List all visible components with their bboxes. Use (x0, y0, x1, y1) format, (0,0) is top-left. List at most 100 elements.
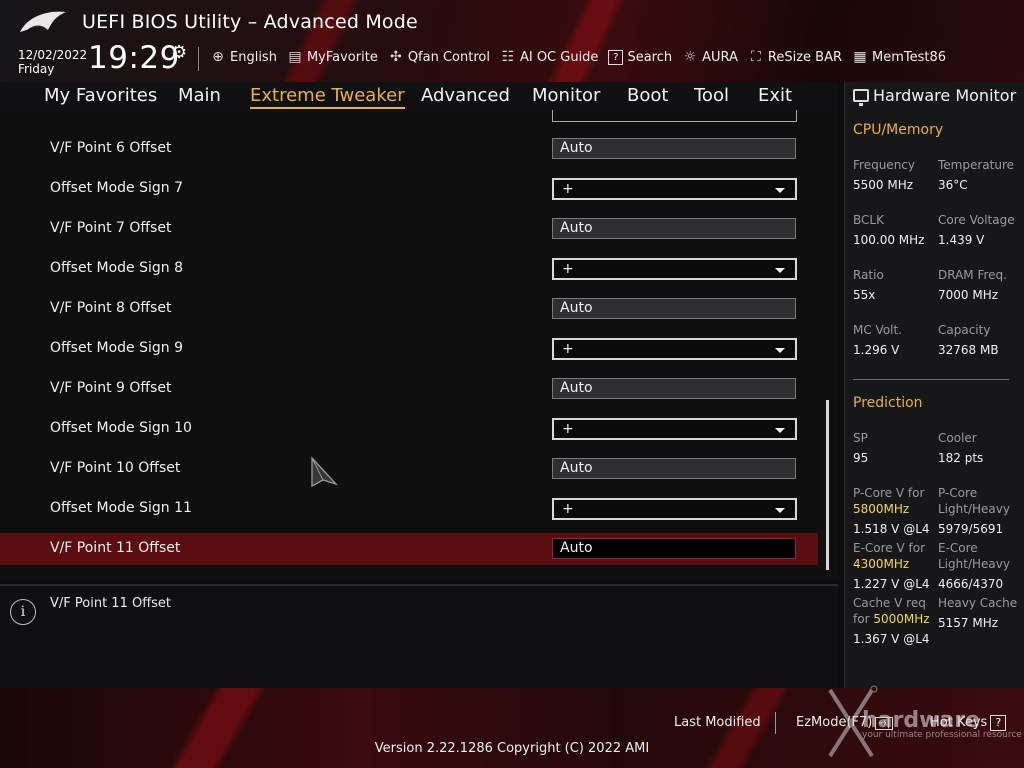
setting-label: V/F Point 10 Offset (50, 460, 181, 476)
help-panel: i V/F Point 11 Offset (0, 584, 838, 688)
setting-row-offset-mode-sign-7[interactable]: Offset Mode Sign 7 + (0, 173, 818, 205)
sp-label: SP (853, 431, 868, 445)
core-voltage-label: Core Voltage (938, 213, 1015, 227)
setting-row-offset-mode-sign-9[interactable]: Offset Mode Sign 9 + (0, 333, 818, 365)
dram-freq-value: 7000 MHz (938, 288, 999, 302)
chevron-down-icon (775, 268, 785, 273)
section-cpu-memory: CPU/Memory (853, 122, 944, 138)
setting-dropdown[interactable]: + (552, 338, 797, 360)
dropdown-value: + (562, 421, 574, 437)
ai-guide-icon: ☷ (501, 49, 515, 65)
dropdown-value: + (562, 341, 574, 357)
toolbar-ai-oc-guide[interactable]: ☷ AI OC Guide (500, 49, 599, 65)
cache-v-label-2: for 5000MHz (853, 612, 930, 626)
setting-value-field[interactable]: Auto (552, 298, 796, 319)
setting-dropdown[interactable]: + (552, 178, 797, 200)
setting-row-vf-point-9-offset[interactable]: V/F Point 9 Offset Auto (0, 373, 818, 405)
mc-volt-value: 1.296 V (853, 343, 900, 357)
clock-settings-gear-icon[interactable]: ⚙ (171, 42, 187, 63)
main-menu-bar: My Favorites Main Extreme Tweaker Advanc… (0, 82, 838, 111)
setting-label: Offset Mode Sign 7 (50, 180, 183, 196)
setting-label: Offset Mode Sign 8 (50, 260, 183, 276)
toolbar-memtest86[interactable]: ▦ MemTest86 (852, 49, 946, 65)
toolbar-aura[interactable]: ☼ AURA (682, 49, 738, 65)
core-voltage-value: 1.439 V (938, 233, 985, 247)
ratio-label: Ratio (853, 268, 884, 282)
partial-field-above (552, 110, 797, 122)
toolbar-label: English (230, 49, 277, 65)
setting-row-offset-mode-sign-11[interactable]: Offset Mode Sign 11 + (0, 493, 818, 525)
toolbar-label: Search (627, 49, 673, 65)
tab-exit[interactable]: Exit (758, 85, 792, 106)
toolbar-resize-bar[interactable]: ⛶ ReSize BAR (748, 49, 842, 65)
date-display: 12/02/2022 Friday (18, 48, 87, 76)
ez-mode-label: EzMode(F7) (796, 715, 873, 730)
setting-value-field[interactable]: Auto (552, 138, 796, 159)
chevron-down-icon (775, 508, 785, 513)
capacity-value: 32768 MB (938, 343, 999, 357)
pcore-v-label: P-Core V for (853, 486, 925, 500)
tab-monitor[interactable]: Monitor (532, 85, 600, 106)
pcore-lh-label-2: Light/Heavy (938, 502, 1010, 516)
footer-divider (775, 712, 776, 734)
hardware-monitor-title: Hardware Monitor (853, 86, 1017, 106)
dropdown-value: + (562, 261, 574, 277)
hardware-monitor-panel: Hardware Monitor CPU/Memory Frequency Te… (844, 82, 1024, 688)
date-value: 12/02/2022 (18, 48, 88, 62)
setting-dropdown[interactable]: + (552, 418, 797, 440)
aura-icon: ☼ (683, 49, 697, 65)
ecore-v-value: 1.227 V @L4 (853, 577, 930, 591)
settings-scrollbar[interactable] (826, 400, 829, 570)
mouse-cursor-icon (311, 456, 339, 488)
toolbar-search[interactable]: ? Search (608, 49, 673, 65)
cache-v-label-1: Cache V req (853, 596, 926, 610)
tab-my-favorites[interactable]: My Favorites (44, 85, 157, 106)
version-text: Version 2.22.1286 Copyright (C) 2022 AMI (374, 741, 650, 756)
pcore-v-value: 1.518 V @L4 (853, 522, 930, 536)
monitor-icon (853, 89, 869, 106)
setting-row-offset-mode-sign-8[interactable]: Offset Mode Sign 8 + (0, 253, 818, 285)
toolbar-qfan-control[interactable]: ✣ Qfan Control (388, 49, 490, 65)
setting-dropdown[interactable]: + (552, 498, 797, 520)
setting-row-vf-point-7-offset[interactable]: V/F Point 7 Offset Auto (0, 213, 818, 245)
globe-icon: ⊕ (212, 49, 224, 65)
pcore-lh-value: 5979/5691 (938, 522, 1004, 536)
heavy-cache-label: Heavy Cache (938, 596, 1018, 610)
tab-main[interactable]: Main (178, 85, 221, 106)
info-icon: i (10, 599, 36, 625)
tab-advanced[interactable]: Advanced (421, 85, 510, 106)
setting-value-field[interactable]: Auto (552, 218, 796, 239)
setting-value-field[interactable]: Auto (552, 378, 796, 399)
monitor-divider (853, 379, 1009, 380)
setting-row-offset-mode-sign-10[interactable]: Offset Mode Sign 10 + (0, 413, 818, 445)
ecore-lh-value: 4666/4370 (938, 577, 1004, 591)
toolbar-myfavorite[interactable]: ▤ MyFavorite (287, 49, 377, 65)
setting-row-vf-point-10-offset[interactable]: V/F Point 10 Offset Auto (0, 453, 818, 485)
setting-label: Offset Mode Sign 9 (50, 340, 183, 356)
setting-value-field[interactable]: Auto (552, 458, 796, 479)
setting-row-vf-point-11-offset[interactable]: V/F Point 11 Offset Auto (0, 533, 818, 565)
search-icon: ? (608, 49, 624, 65)
cache-v-value: 1.367 V @L4 (853, 632, 930, 646)
toolbar-english[interactable]: ⊕ English (210, 49, 277, 65)
clock: 19:29 (88, 40, 180, 76)
setting-value-field[interactable]: Auto (552, 538, 796, 559)
ecore-lh-label-1: E-Core (938, 541, 978, 555)
ecore-lh-label-2: Light/Heavy (938, 557, 1010, 571)
tab-tool[interactable]: Tool (694, 85, 729, 106)
last-modified-button[interactable]: Last Modified (674, 715, 761, 730)
tab-boot[interactable]: Boot (627, 85, 668, 106)
heavy-cache-value: 5157 MHz (938, 616, 999, 630)
setting-row-vf-point-8-offset[interactable]: V/F Point 8 Offset Auto (0, 293, 818, 325)
rog-logo-icon (20, 11, 66, 32)
pcore-v-freq: 5800MHz (853, 502, 910, 516)
toolbar: ⊕ English ▤ MyFavorite ✣ Qfan Control ☷ … (210, 46, 956, 68)
tab-extreme-tweaker[interactable]: Extreme Tweaker (250, 85, 405, 109)
setting-row-vf-point-6-offset[interactable]: V/F Point 6 Offset Auto (0, 133, 818, 165)
temperature-value: 36°C (938, 178, 968, 192)
setting-label: V/F Point 7 Offset (50, 220, 172, 236)
hardware-monitor-title-text: Hardware Monitor (873, 86, 1017, 105)
toolbar-label: AI OC Guide (519, 49, 599, 65)
sp-value: 95 (853, 451, 869, 465)
setting-dropdown[interactable]: + (552, 258, 797, 280)
